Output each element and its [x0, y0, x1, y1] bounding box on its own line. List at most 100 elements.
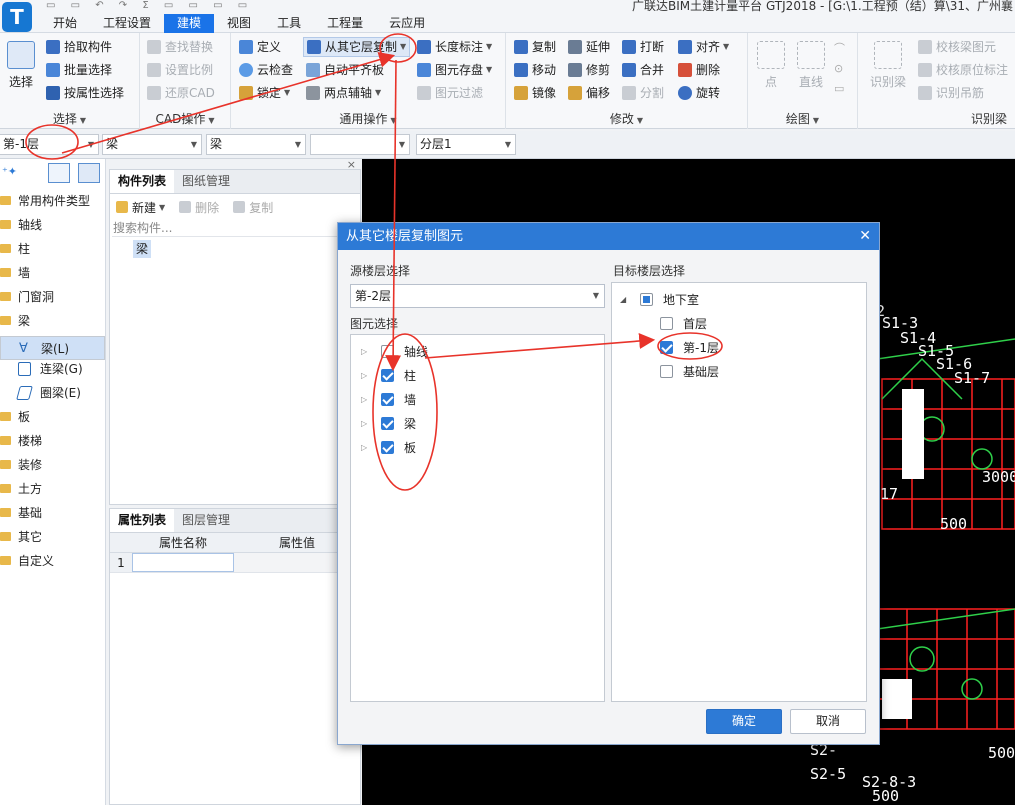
menu-modeling[interactable]: 建模: [164, 14, 215, 33]
target-row-foundation[interactable]: 基础层: [660, 362, 719, 380]
two-point-axis-button[interactable]: 两点辅轴 ▼: [306, 83, 381, 103]
target-root-basement[interactable]: ◢ 地下室: [620, 290, 699, 308]
delete-component-button[interactable]: 删除: [179, 199, 219, 216]
draw-shape-icons[interactable]: ⌒ ⊙ ▭: [834, 39, 848, 99]
element-row-column[interactable]: ▷ 柱: [361, 366, 416, 384]
extend-button[interactable]: 延伸: [568, 37, 610, 57]
menu-quantity[interactable]: 工程量: [314, 14, 376, 33]
break-button[interactable]: 打断: [622, 37, 664, 57]
tree-item-door-window[interactable]: 门窗洞: [0, 285, 105, 309]
element-row-axis[interactable]: ▷ 轴线: [361, 342, 428, 360]
tree-item-earthwork[interactable]: 土方: [0, 477, 105, 501]
point-draw-button[interactable]: 点: [756, 41, 786, 90]
mirror-button[interactable]: 镜像: [514, 83, 556, 103]
select-by-property-button[interactable]: 按属性选择: [46, 83, 124, 103]
checkbox-wall[interactable]: [381, 392, 394, 406]
element-row-beam[interactable]: ▷ 梁: [361, 414, 416, 432]
tree-item-common-types[interactable]: 常用构件类型: [0, 189, 105, 213]
checkbox-floor-minus-1[interactable]: [660, 340, 673, 354]
tree-item-foundation[interactable]: 基础: [0, 501, 105, 525]
checkbox-first-floor[interactable]: [660, 316, 673, 330]
offset-button[interactable]: 偏移: [568, 83, 610, 103]
menu-project-settings[interactable]: 工程设置: [90, 14, 164, 33]
menu-tools[interactable]: 工具: [264, 14, 314, 33]
menu-start[interactable]: 开始: [40, 14, 90, 33]
panel-close-icon[interactable]: ×: [347, 158, 356, 171]
tree-item-wall[interactable]: 墙: [0, 261, 105, 285]
copy-from-other-floor-button[interactable]: 从其它层复制 ▼: [303, 37, 411, 57]
align-button[interactable]: 对齐 ▼: [678, 37, 729, 57]
tree-item-axis[interactable]: 轴线: [0, 213, 105, 237]
quick-access-toolbar[interactable]: ▭ ▭ ↶ ↷ Σ ▭ ▭ ▭ ▭: [46, 0, 253, 11]
checkbox-beam[interactable]: [381, 416, 394, 430]
expand-icon[interactable]: ▷: [361, 443, 371, 452]
cancel-button[interactable]: 取消: [790, 709, 866, 734]
line-draw-button[interactable]: 直线: [794, 41, 828, 90]
component-name-select[interactable]: ▼: [310, 134, 410, 155]
move-button[interactable]: 移动: [514, 60, 556, 80]
identify-hanger-bar-button[interactable]: 识别吊筋: [918, 83, 984, 103]
close-icon[interactable]: ✕: [859, 223, 871, 250]
target-row-first-floor[interactable]: 首层: [660, 314, 707, 332]
find-replace-button[interactable]: 查找替换: [147, 37, 213, 57]
target-row-floor-minus-1[interactable]: 第-1层: [660, 338, 719, 356]
floor-select[interactable]: 第-1层 ▼: [0, 134, 99, 155]
expand-icon[interactable]: ▷: [361, 371, 371, 380]
checkbox-column[interactable]: [381, 368, 394, 382]
tree-item-other[interactable]: 其它: [0, 525, 105, 549]
trim-button[interactable]: 修剪: [568, 60, 610, 80]
tree-item-custom[interactable]: 自定义: [0, 549, 105, 573]
tab-drawing-management[interactable]: 图纸管理: [174, 170, 238, 193]
tab-property-list[interactable]: 属性列表: [110, 509, 175, 532]
component-list-item[interactable]: 梁: [133, 240, 152, 258]
tree-item-beam[interactable]: 梁: [0, 309, 105, 333]
sublayer-select[interactable]: 分层1 ▼: [416, 134, 516, 155]
lock-button[interactable]: 锁定 ▼: [239, 83, 290, 103]
split-button[interactable]: 分割: [622, 83, 664, 103]
expand-icon[interactable]: ▷: [361, 347, 371, 356]
menu-view[interactable]: 视图: [214, 14, 264, 33]
check-beam-element-button[interactable]: 校核梁图元: [918, 37, 996, 57]
tree-item-link-beam[interactable]: 连梁(G): [0, 357, 105, 381]
checkbox-foundation[interactable]: [660, 364, 673, 378]
collapse-icon[interactable]: ◢: [620, 295, 630, 304]
ok-button[interactable]: 确定: [706, 709, 782, 734]
element-filter-button[interactable]: 图元过滤: [417, 83, 483, 103]
batch-select-button[interactable]: 批量选择: [46, 60, 112, 80]
tree-item-slab[interactable]: 板: [0, 405, 105, 429]
table-row[interactable]: 1: [110, 553, 360, 573]
element-row-slab[interactable]: ▷ 板: [361, 438, 416, 456]
tab-component-list[interactable]: 构件列表: [110, 170, 175, 193]
copy-button[interactable]: 复制: [514, 37, 556, 57]
length-dimension-button[interactable]: 长度标注 ▼: [417, 37, 492, 57]
delete-button[interactable]: 删除: [678, 60, 720, 80]
checkbox-basement[interactable]: [640, 292, 653, 306]
component-search-input[interactable]: 搜索构件...: [112, 220, 358, 237]
element-row-wall[interactable]: ▷ 墙: [361, 390, 416, 408]
source-floor-select[interactable]: 第-2层 ▼: [350, 284, 605, 308]
copy-component-button[interactable]: 复制: [233, 199, 273, 216]
expand-icon[interactable]: ▷: [361, 395, 371, 404]
component-category-select[interactable]: 梁 ▼: [102, 134, 202, 155]
tree-item-stairs[interactable]: 楼梯: [0, 429, 105, 453]
identify-beam-button[interactable]: 识别梁: [866, 41, 910, 90]
tree-item-column[interactable]: 柱: [0, 237, 105, 261]
check-original-annotation-button[interactable]: 校核原位标注: [918, 60, 1008, 80]
auto-align-slab-button[interactable]: 自动平齐板: [306, 60, 384, 80]
expand-icon[interactable]: ▷: [361, 419, 371, 428]
list-view-icon[interactable]: [48, 163, 70, 183]
new-component-button[interactable]: 新建 ▼: [116, 199, 165, 216]
tab-layer-management[interactable]: 图层管理: [174, 509, 238, 532]
detail-view-icon[interactable]: [78, 163, 100, 183]
define-button[interactable]: 定义: [239, 37, 281, 57]
component-type-select[interactable]: 梁 ▼: [206, 134, 306, 155]
rotate-button[interactable]: 旋转: [678, 83, 720, 103]
select-button[interactable]: 选择: [4, 41, 38, 90]
pick-component-button[interactable]: 拾取构件: [46, 37, 112, 57]
checkbox-axis[interactable]: [381, 344, 394, 358]
element-save-button[interactable]: 图元存盘 ▼: [417, 60, 492, 80]
restore-cad-button[interactable]: 还原CAD: [147, 83, 215, 103]
merge-button[interactable]: 合并: [622, 60, 664, 80]
pin-icon[interactable]: ⁺✦: [2, 165, 17, 178]
checkbox-slab[interactable]: [381, 440, 394, 454]
